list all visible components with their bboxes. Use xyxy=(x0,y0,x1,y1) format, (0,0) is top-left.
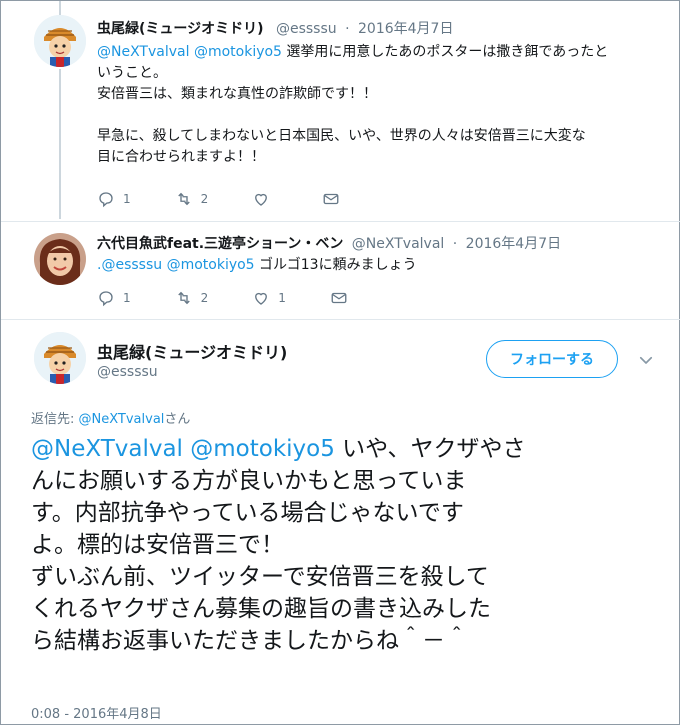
author-name[interactable]: 六代目魚武feat.三遊亭ショーン・ベン xyxy=(97,236,343,252)
separator: · xyxy=(345,21,350,37)
mention-link[interactable]: @NeXTvalval @motokiyo5 xyxy=(31,436,335,462)
main-tweet-text: @NeXTvalval @motokiyo5 いや、ヤクザやさ んにお願いする方… xyxy=(31,433,661,657)
tweet-text-line: ずいぶん前、ツイッターで安倍晋三を殺して xyxy=(31,564,489,590)
author-name[interactable]: 虫尾緑(ミュージオミドリ) xyxy=(97,21,264,37)
retweet-count: 2 xyxy=(200,291,209,305)
tweet-text-line: よ。標的は安倍晋三で！ xyxy=(31,532,284,558)
reply-count: 1 xyxy=(123,291,131,305)
author-handle[interactable]: @NeXTvalval xyxy=(352,236,445,252)
cartoon-avatar-icon xyxy=(34,15,86,67)
tweet-text-line: す。内部抗争やっている場合じゃないです xyxy=(31,500,464,526)
reply-icon xyxy=(99,291,113,307)
divider xyxy=(1,221,680,222)
divider xyxy=(1,319,680,320)
avatar[interactable] xyxy=(34,15,86,67)
message-action[interactable] xyxy=(322,190,348,208)
envelope-icon xyxy=(323,193,339,205)
separator: · xyxy=(452,236,458,252)
retweet-action[interactable]: 2 xyxy=(175,289,209,307)
tweet-date[interactable]: 2016年4月7日 xyxy=(466,236,561,252)
tweet-text-line: 目に合わせられますよ！！ xyxy=(97,149,265,165)
mention-link[interactable]: @motokiyo5 xyxy=(194,44,282,60)
reply-action[interactable]: 1 xyxy=(97,190,131,208)
tweet-text-line: ゴルゴ13に頼みましょう xyxy=(259,257,417,273)
tweet-text-line: 選挙用に用意したあのポスターは撒き餌であったと xyxy=(286,44,609,60)
tweet-actions: 1 2 xyxy=(97,190,392,208)
like-count: 1 xyxy=(278,291,286,305)
author-handle[interactable]: @essssu xyxy=(276,21,337,37)
tweet-text-line: いや、ヤクザやさ xyxy=(334,436,526,462)
tweet-text-line: 早急に、殺してしまわないと日本国民、いや、世界の人々は安倍晋三に大変な xyxy=(97,128,586,144)
tweet-text-line: くれるヤクザさん募集の趣旨の書き込みした xyxy=(31,596,491,622)
retweet-icon xyxy=(177,291,190,305)
retweet-action[interactable]: 2 xyxy=(175,190,209,208)
reply-action[interactable]: 1 xyxy=(97,289,131,307)
tweet-text: .@essssu @motokiyo5 ゴルゴ13に頼みましょう xyxy=(97,255,667,276)
heart-icon xyxy=(255,292,268,305)
author-handle[interactable]: @essssu xyxy=(97,364,158,380)
mention-link[interactable]: @motokiyo5 xyxy=(167,257,255,273)
tweet-text-line: いうこと。 xyxy=(97,65,167,81)
envelope-icon xyxy=(331,292,347,304)
mention-link[interactable]: .@essssu xyxy=(97,257,162,273)
reply-to-handle[interactable]: @NeXTvalval xyxy=(79,412,165,427)
reply-count: 1 xyxy=(123,192,131,206)
cartoon-avatar-icon xyxy=(34,332,86,384)
like-action[interactable]: 1 xyxy=(252,289,286,307)
tweet-text-line: ら結構お返事いただきましたからね＾－＾ xyxy=(31,628,468,654)
avatar[interactable] xyxy=(34,332,86,384)
retweet-icon xyxy=(177,192,190,206)
chevron-down-icon[interactable] xyxy=(637,351,655,369)
tweet-actions: 1 2 1 xyxy=(97,289,400,307)
tweet-date[interactable]: 2016年4月7日 xyxy=(358,21,453,37)
tweet-text: @NeXTvalval @motokiyo5 選挙用に用意したあのポスターは撒き… xyxy=(97,42,667,168)
reply-to-line: 返信先: @NeXTvalvalさん xyxy=(31,408,190,427)
thread-connector xyxy=(59,69,61,219)
tweet-header: 六代目魚武feat.三遊亭ショーン・ベン @NeXTvalval · 2016年… xyxy=(97,233,561,253)
like-action[interactable] xyxy=(252,190,278,208)
retweet-count: 2 xyxy=(200,192,209,206)
tweet-header: 虫尾緑(ミュージオミドリ) @essssu · 2016年4月7日 xyxy=(97,18,453,38)
heart-icon xyxy=(255,193,268,206)
follow-button[interactable]: フォローする xyxy=(486,340,618,378)
message-action[interactable] xyxy=(330,289,356,307)
woman-photo-icon xyxy=(34,233,86,285)
tweet-timestamp[interactable]: 0:08 - 2016年4月8日 xyxy=(31,703,162,722)
tweet-thread-frame: 虫尾緑(ミュージオミドリ) @essssu · 2016年4月7日 @NeXTv… xyxy=(0,0,680,725)
author-name[interactable]: 虫尾緑(ミュージオミドリ) xyxy=(97,339,287,363)
reply-to-suffix: さん xyxy=(164,412,191,427)
reply-to-label: 返信先: xyxy=(31,412,79,427)
tweet-text-line: んにお願いする方が良いかもと思っていま xyxy=(31,468,467,494)
mention-link[interactable]: @NeXTvalval xyxy=(97,44,190,60)
reply-icon xyxy=(99,192,113,208)
avatar[interactable] xyxy=(34,233,86,285)
tweet-text-line: 安倍晋三は、類まれな真性の詐欺師です！！ xyxy=(97,86,377,102)
